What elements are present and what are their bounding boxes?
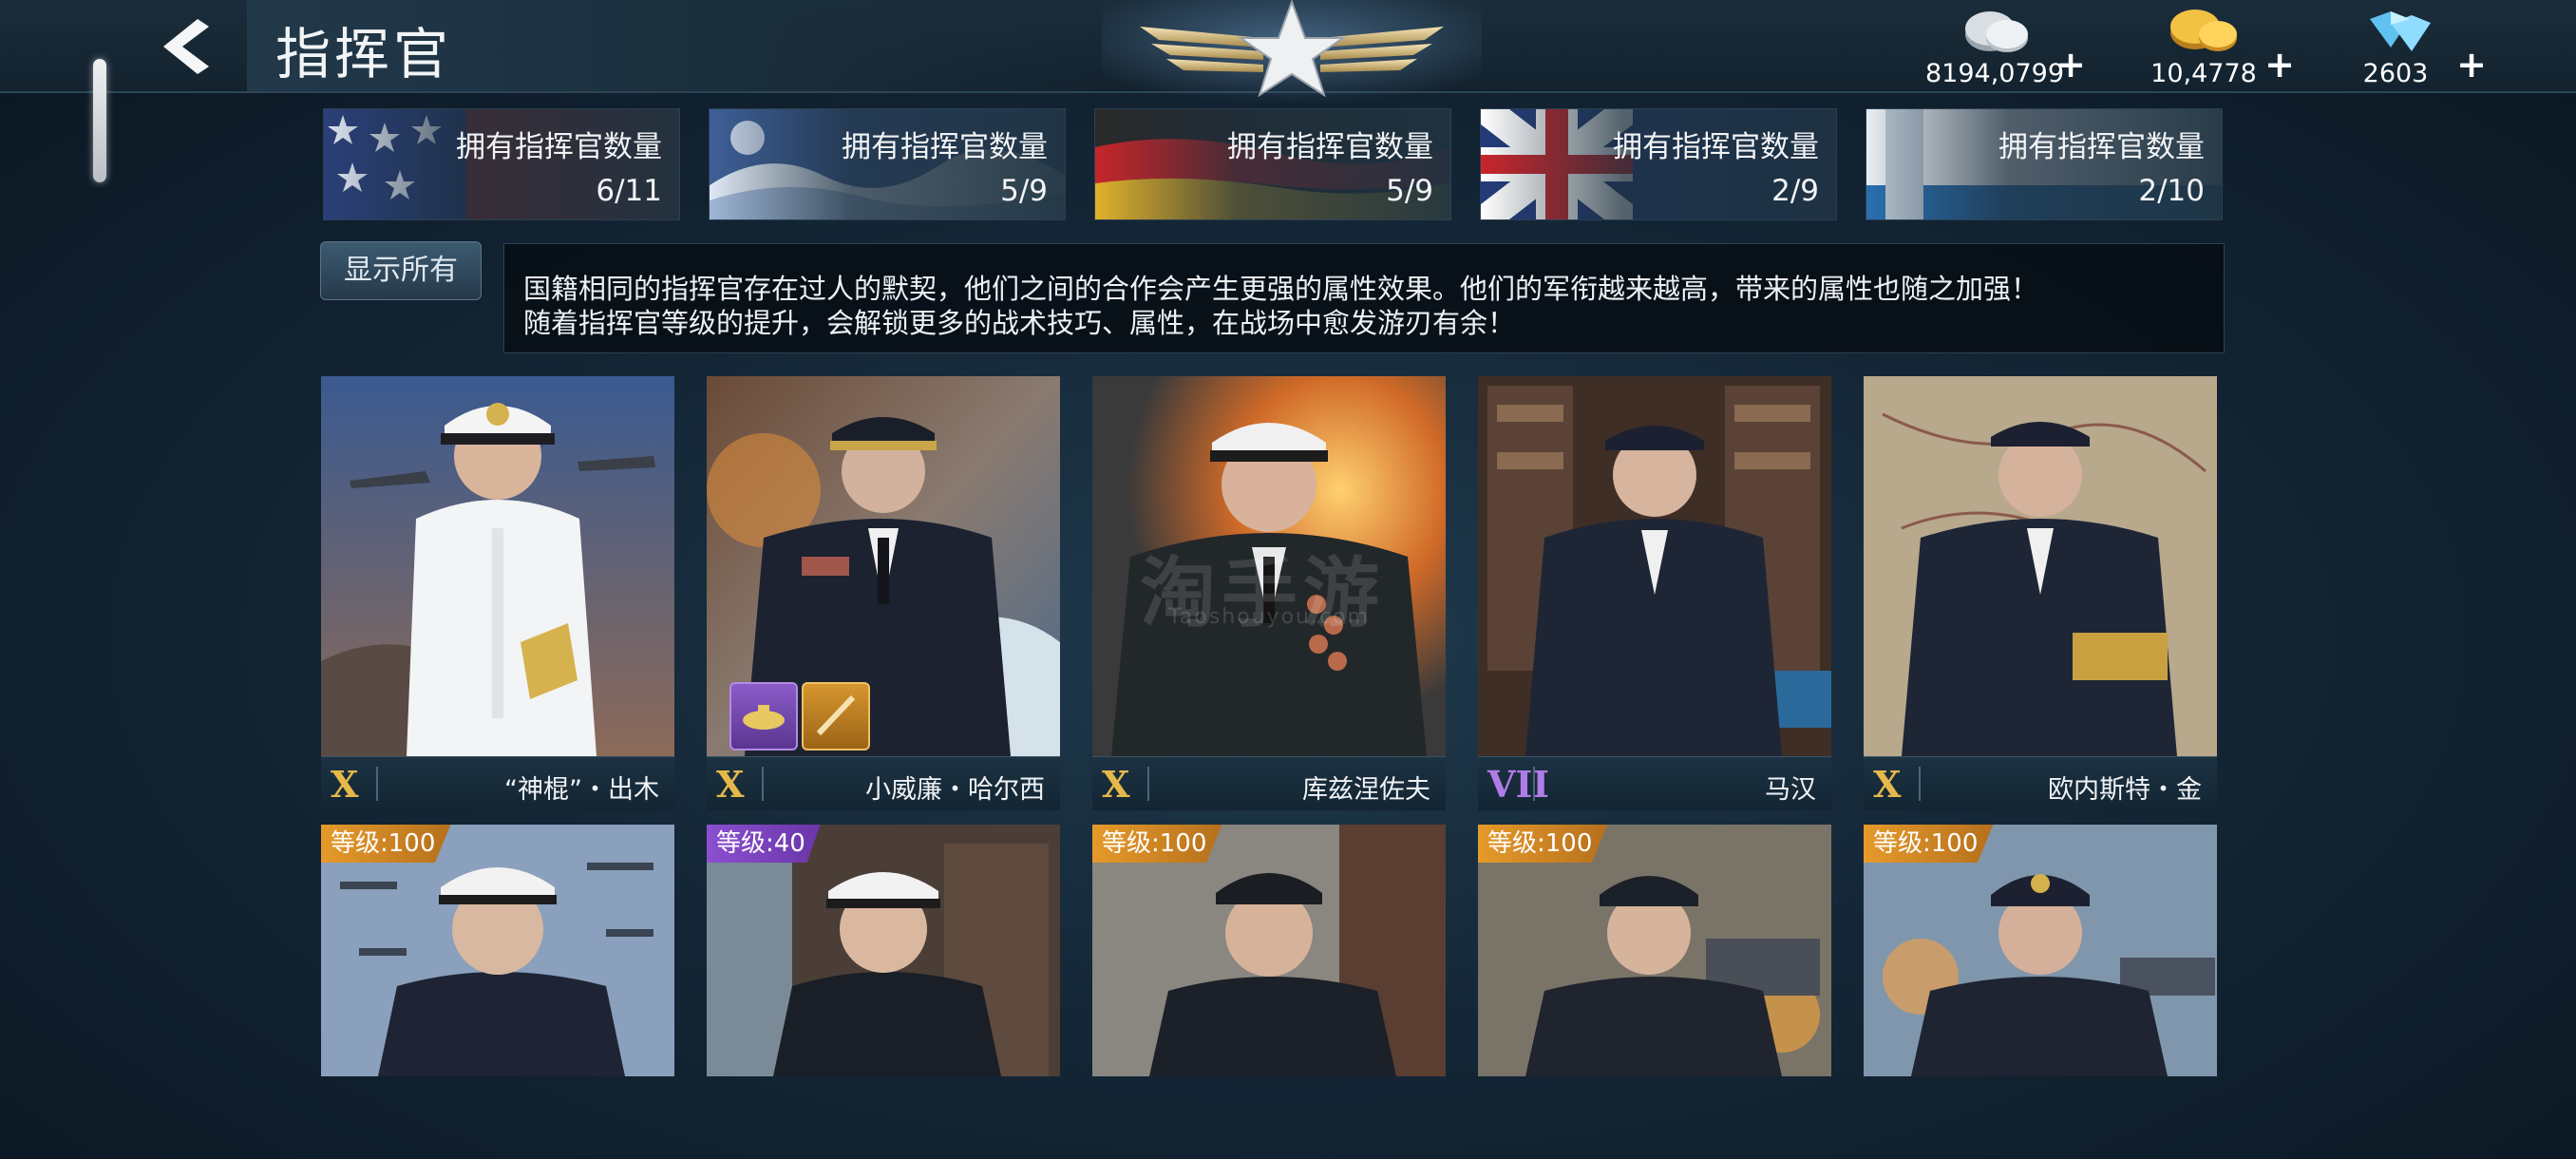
commander-name: 马汉 <box>1765 775 1816 805</box>
nation-tab-usa[interactable]: 拥有指挥官数量 6/11 <box>323 108 680 220</box>
commander-card[interactable]: X 欧内斯特・金 <box>1864 376 2217 810</box>
commander-rank: X <box>716 763 745 806</box>
commander-portrait-image <box>1478 376 1831 756</box>
commander-card[interactable]: X 小威廉・哈尔西 <box>707 376 1060 810</box>
commander-nameplate: X 小威廉・哈尔西 <box>707 756 1060 810</box>
commander-nameplate: VII 马汉 <box>1478 756 1831 810</box>
nation-owned-count: 2/10 <box>2138 174 2205 208</box>
commander-portrait-image <box>1864 376 2217 756</box>
commander-portrait <box>1864 376 2217 756</box>
back-arrow-icon <box>163 19 209 74</box>
commander-nameplate: X 库兹涅佐夫 <box>1092 756 1446 810</box>
commander-rank: X <box>1873 763 1902 806</box>
gold-amount: 10,4778 <box>2150 59 2257 88</box>
nation-owned-label: 拥有指挥官数量 <box>1998 130 2205 164</box>
commander-card[interactable]: 等级:100 <box>1864 825 2217 1076</box>
commander-level-badge: 等级:100 <box>1478 825 1608 863</box>
commander-name: 小威廉・哈尔西 <box>865 775 1045 805</box>
watermark-subtext: Taoshouyou.com <box>1168 605 1370 629</box>
commander-portrait <box>1478 376 1831 756</box>
nation-owned-count: 6/11 <box>596 174 662 208</box>
commander-card[interactable]: VII 马汉 <box>1478 376 1831 810</box>
nation-tab-uk[interactable]: 拥有指挥官数量 2/9 <box>1480 108 1837 220</box>
nation-tab-ussr[interactable]: 拥有指挥官数量 2/10 <box>1866 108 2223 220</box>
diamond-icon <box>2370 11 2431 51</box>
description-line-2: 随着指挥官等级的提升，会解锁更多的战术技巧、属性，在战场中愈发游刃有余！ <box>523 307 1516 339</box>
commander-portrait <box>1092 376 1446 756</box>
diamond-amount: 2603 <box>2362 59 2429 88</box>
commander-name: “神棍”・出木 <box>504 775 659 805</box>
commander-portrait-image <box>1092 376 1446 756</box>
page-title: 指挥官 <box>275 22 453 86</box>
add-diamond-button[interactable]: + <box>2456 44 2487 86</box>
nation-owned-label: 拥有指挥官数量 <box>1227 130 1433 164</box>
nation-tab-japan[interactable]: 拥有指挥官数量 5/9 <box>709 108 1066 220</box>
star-wings-emblem-icon <box>1102 0 1482 104</box>
nation-owned-label: 拥有指挥官数量 <box>842 130 1048 164</box>
gold-currency: 10,4778 + <box>2118 6 2295 91</box>
submarine-skill-icon[interactable] <box>729 682 798 750</box>
commander-card[interactable]: 等级:100 <box>1478 825 1831 1076</box>
commander-nameplate: X 欧内斯特・金 <box>1864 756 2217 810</box>
commander-level-badge: 等级:100 <box>321 825 451 863</box>
commander-level-badge: 等级:40 <box>707 825 821 863</box>
silver-currency: 8194,0799 + <box>1909 6 2086 91</box>
commander-rank: X <box>1102 763 1130 806</box>
gold-coin-icon <box>2170 10 2237 51</box>
commander-card[interactable]: 等级:100 <box>1092 825 1446 1076</box>
add-silver-button[interactable]: + <box>2055 44 2086 86</box>
commander-card[interactable]: 等级:40 <box>707 825 1060 1076</box>
commander-portrait-image <box>321 376 674 756</box>
add-gold-button[interactable]: + <box>2264 44 2295 86</box>
nation-owned-count: 5/9 <box>1000 174 1048 208</box>
silver-coin-icon <box>1965 11 2028 52</box>
commander-name: 欧内斯特・金 <box>2048 775 2202 805</box>
nation-owned-count: 2/9 <box>1771 174 1819 208</box>
nation-owned-label: 拥有指挥官数量 <box>456 130 662 164</box>
commander-portrait <box>321 376 674 756</box>
commander-nameplate: X “神棍”・出木 <box>321 756 674 810</box>
description-panel: 国籍相同的指挥官存在过人的默契，他们之间的合作会产生更强的属性效果。他们的军衔越… <box>503 243 2225 353</box>
commander-card[interactable]: X “神棍”・出木 <box>321 376 674 810</box>
back-button[interactable] <box>142 13 228 80</box>
commander-rank: VII <box>1487 763 1550 806</box>
torpedo-skill-icon[interactable] <box>802 682 870 750</box>
commander-card[interactable]: 等级:100 <box>321 825 674 1076</box>
commander-rank: X <box>331 763 359 806</box>
side-menu-handle[interactable] <box>93 59 106 182</box>
nation-owned-count: 5/9 <box>1386 174 1433 208</box>
nation-owned-label: 拥有指挥官数量 <box>1613 130 1819 164</box>
show-all-button[interactable]: 显示所有 <box>320 241 482 300</box>
commander-level-badge: 等级:100 <box>1864 825 1994 863</box>
diamond-currency: 2603 + <box>2310 6 2487 91</box>
commander-level-badge: 等级:100 <box>1092 825 1222 863</box>
commander-name: 库兹涅佐夫 <box>1302 775 1430 805</box>
silver-amount: 8194,0799 <box>1924 59 2064 88</box>
nation-tab-germany[interactable]: 拥有指挥官数量 5/9 <box>1094 108 1451 220</box>
commander-card[interactable]: X 库兹涅佐夫 <box>1092 376 1446 810</box>
